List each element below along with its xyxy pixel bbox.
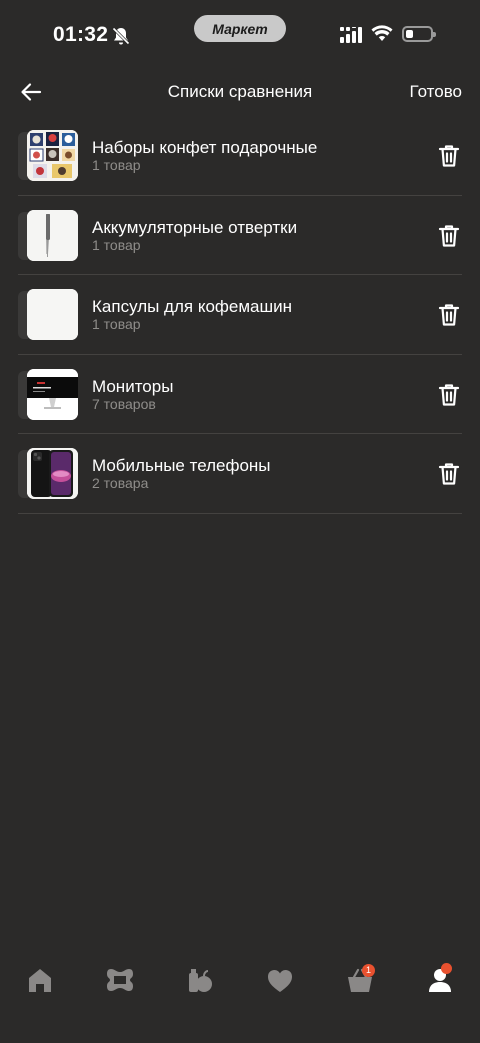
grocery-icon[interactable] (180, 964, 220, 996)
list-count: 1 товар (92, 236, 141, 253)
thumbnail-stack (18, 289, 78, 341)
list-item[interactable]: Капсулы для кофемашин 1 товар (18, 275, 462, 355)
bell-muted-icon (112, 27, 130, 45)
cart-badge: 1 (362, 964, 375, 977)
list-item[interactable]: Мониторы 7 товаров (18, 355, 462, 434)
phone-thumbnail (27, 448, 78, 499)
thumbnail-stack (18, 448, 78, 500)
candy-boxes-thumbnail (27, 130, 78, 181)
top-bar: Списки сравнения Готово (0, 70, 480, 114)
screwdriver-thumbnail (27, 209, 78, 261)
profile-icon[interactable] (420, 964, 460, 996)
list-name: Наборы конфет подарочные (92, 138, 318, 157)
thumbnail-stack (18, 368, 78, 421)
list-name: Капсулы для кофемашин (92, 297, 293, 316)
signal-icon (340, 27, 362, 43)
page-title: Списки сравнения (167, 82, 313, 101)
coffee-capsules-thumbnail (27, 289, 78, 340)
status-time: 01:32 (53, 23, 109, 46)
list-name: Мониторы (92, 376, 174, 396)
list-item[interactable]: Наборы конфет подарочные 1 товар (18, 116, 462, 196)
favorites-icon[interactable] (260, 964, 300, 996)
profile-notification-dot (441, 963, 452, 974)
trash-icon[interactable] (438, 144, 460, 168)
done-button[interactable]: Готово (410, 82, 463, 102)
monitor-thumbnail (27, 368, 78, 420)
list-count: 2 товара (92, 475, 149, 491)
list-name: Аккумуляторные отвертки (92, 217, 298, 237)
thumbnail-stack (18, 130, 78, 182)
wifi-icon (371, 25, 393, 41)
thumbnail-stack (18, 209, 78, 262)
trash-icon[interactable] (438, 224, 460, 248)
catalog-icon[interactable] (100, 964, 140, 996)
battery-icon (402, 26, 436, 42)
trash-icon[interactable] (438, 383, 460, 407)
list-name: Мобильные телефоны (92, 456, 271, 475)
bottom-nav: 1 (0, 950, 480, 1010)
list-item[interactable]: Аккумуляторные отвертки 1 товар (18, 196, 462, 275)
status-bar: 01:32 Маркет (0, 0, 480, 70)
list-item[interactable]: Мобильные телефоны 2 товара (18, 434, 462, 514)
trash-icon[interactable] (438, 303, 460, 327)
trash-icon[interactable] (438, 462, 460, 486)
app-pill-label: Маркет (194, 15, 286, 42)
comparison-lists: Наборы конфет подарочные 1 товар Аккумул… (18, 116, 462, 514)
list-count: 1 товар (92, 157, 141, 173)
list-count: 1 товар (92, 316, 141, 332)
list-count: 7 товаров (92, 395, 156, 412)
home-icon[interactable] (20, 964, 60, 996)
